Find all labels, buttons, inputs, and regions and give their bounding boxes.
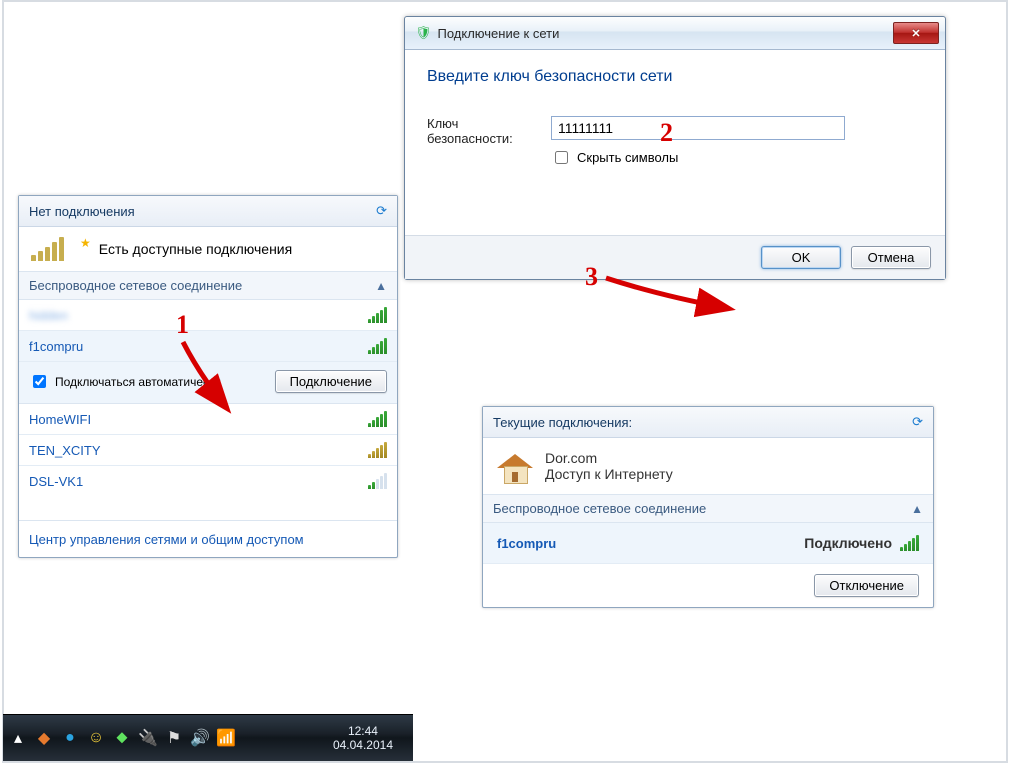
tray-app-icon[interactable]: ◆ [35,729,53,747]
wifi-section-label: Беспроводное сетевое соединение [493,501,706,516]
network-name[interactable]: f1compru [29,339,83,354]
key-input-row: Ключ безопасности: Скрыть символы [427,116,923,167]
flag-icon[interactable]: ⚑ [165,729,183,747]
signal-icon [368,411,387,427]
disconnect-row: Отключение [483,564,933,607]
dialog-titlebar[interactable]: 🛡 Подключение к сети ✕ [405,17,945,50]
home-status: Доступ к Интернету [545,466,673,482]
current-connections-popup: Текущие подключения: ⟳ Dor.com Доступ к … [482,406,934,608]
security-key-dialog: 🛡 Подключение к сети ✕ Введите ключ безо… [404,16,946,280]
callout-step-2: 2 [660,118,673,148]
signal-icon [368,473,387,489]
wifi-section-header[interactable]: Беспроводное сетевое соединение ▲ [19,271,397,300]
cancel-button[interactable]: Отмена [851,246,931,269]
wifi-section-label: Беспроводное сетевое соединение [29,278,242,293]
tray-power-icon[interactable]: 🔌 [139,729,157,747]
spacer [19,496,397,520]
tray-app-icon[interactable]: ● [61,729,79,747]
clock-time: 12:44 [333,724,393,738]
arrow-1-icon [155,320,255,430]
netlist-status-row: ★ Есть доступные подключения [19,227,397,271]
clock-date: 04.04.2014 [333,738,393,752]
network-tray-icon[interactable]: 📶 [217,729,235,747]
house-icon [497,448,533,484]
network-row[interactable]: TEN_XCITY [19,435,397,466]
disconnect-button[interactable]: Отключение [814,574,919,597]
callout-step-3: 3 [585,262,598,292]
security-key-input[interactable] [551,116,845,140]
tray-icons: ▴ ◆ ● ☺ ⬥ 🔌 ⚑ 🔊 📶 [9,729,235,747]
chevron-up-icon: ▲ [911,502,923,516]
close-button[interactable]: ✕ [893,22,939,44]
signal-available-icon [31,237,64,261]
warning-star-icon: ★ [80,236,91,250]
taskbar: ▴ ◆ ● ☺ ⬥ 🔌 ⚑ 🔊 📶 12:44 04.04.2014 [3,714,413,761]
network-name[interactable]: HomeWIFI [29,412,91,427]
dialog-heading: Введите ключ безопасности сети [427,68,923,86]
netlist-footer: Центр управления сетями и общим доступом [19,520,397,557]
dialog-title: Подключение к сети [438,26,560,41]
auto-connect-checkbox[interactable] [33,375,46,388]
network-name[interactable]: TEN_XCITY [29,443,101,458]
refresh-icon[interactable]: ⟳ [376,203,387,219]
signal-icon [900,535,919,551]
signal-icon [368,307,387,323]
tray-app-icon[interactable]: ☺ [87,729,105,747]
hide-chars-checkbox[interactable] [555,151,568,164]
arrow-3-icon [598,260,758,340]
connect-button[interactable]: Подключение [275,370,387,393]
volume-icon[interactable]: 🔊 [191,729,209,747]
network-row[interactable]: DSL-VK1 [19,466,397,496]
netlist-header: Нет подключения ⟳ [19,196,397,227]
netlist-title: Нет подключения [29,204,135,219]
network-center-link[interactable]: Центр управления сетями и общим доступом [29,532,304,547]
spacer [427,177,923,227]
chevron-up-icon: ▲ [375,279,387,293]
wifi-section-header[interactable]: Беспроводное сетевое соединение ▲ [483,494,933,523]
network-name-blurred: hidden [29,308,68,323]
key-label: Ключ безопасности: [427,116,537,146]
connected-ssid[interactable]: f1compru [497,536,556,551]
netlist-status-text: Есть доступные подключения [99,241,292,257]
signal-icon [368,442,387,458]
connected-status: Подключено [804,535,892,551]
conn-header: Текущие подключения: ⟳ [483,407,933,438]
taskbar-clock[interactable]: 12:44 04.04.2014 [333,724,407,753]
shield-icon: 🛡 [415,25,432,41]
refresh-icon[interactable]: ⟳ [912,414,923,430]
tray-app-icon[interactable]: ⬥ [113,729,131,747]
hide-chars-label: Скрыть символы [577,150,678,165]
home-network-row: Dor.com Доступ к Интернету [483,438,933,494]
conn-title: Текущие подключения: [493,415,632,430]
connected-network-row[interactable]: f1compru Подключено [483,523,933,564]
network-name[interactable]: DSL-VK1 [29,474,83,489]
ok-button[interactable]: OK [761,246,841,269]
home-ssid: Dor.com [545,450,673,466]
dialog-body: Введите ключ безопасности сети Ключ безо… [405,50,945,235]
tray-arrow-icon[interactable]: ▴ [9,729,27,747]
signal-icon [368,338,387,354]
